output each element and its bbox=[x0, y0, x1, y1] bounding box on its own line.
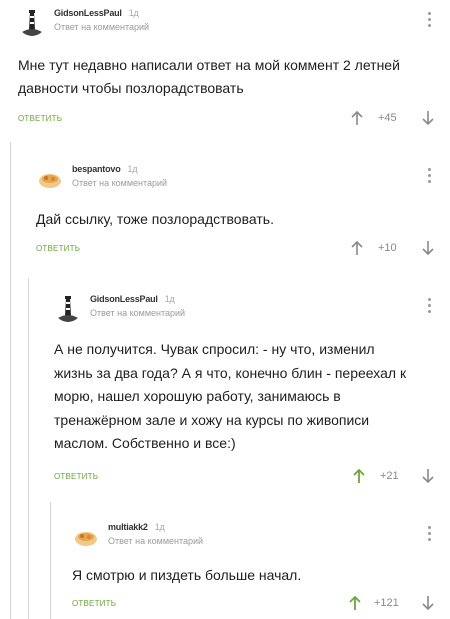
more-options-icon[interactable] bbox=[428, 168, 432, 186]
comment-text: А не получится. Чувак спросил: - ну что,… bbox=[54, 341, 407, 451]
comment: GidsonLessPaul 1д Ответ на комментарий Мн… bbox=[18, 6, 438, 136]
avatar-lighthouse-image bbox=[54, 294, 82, 322]
comment-age: 1д bbox=[164, 294, 175, 304]
author-line: bespantovo 1д bbox=[72, 164, 138, 174]
comment-rating: +121 bbox=[374, 597, 399, 609]
author-line: multiakk2 1д bbox=[108, 522, 165, 532]
arrow-up-icon[interactable] bbox=[353, 468, 365, 484]
avatar-food-image bbox=[36, 164, 64, 192]
avatar-food-image bbox=[72, 522, 100, 550]
more-options-icon[interactable] bbox=[428, 298, 432, 316]
avatar-lighthouse-image bbox=[18, 8, 46, 36]
comment-header: multiakk2 1д Ответ на комментарий bbox=[72, 520, 438, 556]
comment-text: Я смотрю и пиздеть больше начал. bbox=[72, 567, 302, 583]
author-name[interactable]: bespantovo bbox=[72, 164, 121, 174]
comment: multiakk2 1д Ответ на комментарий Я смотр… bbox=[72, 520, 438, 619]
reply-to-label[interactable]: Ответ на комментарий bbox=[90, 308, 185, 318]
reply-button[interactable]: ОТВЕТИТЬ bbox=[72, 599, 116, 608]
comment-footer: ОТВЕТИТЬ +45 bbox=[18, 110, 438, 130]
comment: bespantovo 1д Ответ на комментарий Дай сс… bbox=[36, 162, 438, 277]
avatar[interactable] bbox=[18, 8, 46, 36]
author-line: GidsonLessPaul 1д bbox=[90, 294, 175, 304]
comment-text: Дай ссылку, тоже позлорадствовать. bbox=[36, 211, 274, 227]
arrow-up-icon[interactable] bbox=[351, 240, 363, 256]
thread-branch-line bbox=[10, 142, 11, 619]
author-name[interactable]: GidsonLessPaul bbox=[90, 294, 158, 304]
comment-footer: ОТВЕТИТЬ +121 bbox=[72, 595, 438, 615]
comment-rating: +21 bbox=[380, 470, 399, 482]
reply-button[interactable]: ОТВЕТИТЬ bbox=[54, 472, 98, 481]
comment-header: bespantovo 1д Ответ на комментарий bbox=[36, 162, 438, 198]
avatar[interactable] bbox=[36, 164, 64, 192]
comment-age: 1д bbox=[154, 522, 165, 532]
comment-header: GidsonLessPaul 1д Ответ на комментарий bbox=[18, 6, 438, 42]
thread-branch-line bbox=[28, 278, 29, 619]
comment-footer: ОТВЕТИТЬ +10 bbox=[36, 240, 438, 260]
arrow-up-icon[interactable] bbox=[351, 110, 363, 126]
more-options-icon[interactable] bbox=[428, 526, 432, 544]
comment-age: 1д bbox=[127, 164, 138, 174]
comment-footer: ОТВЕТИТЬ +21 bbox=[54, 468, 438, 488]
author-line: GidsonLessPaul 1д bbox=[54, 8, 139, 18]
reply-to-label[interactable]: Ответ на комментарий bbox=[108, 536, 203, 546]
arrow-down-icon[interactable] bbox=[422, 468, 434, 484]
author-name[interactable]: multiakk2 bbox=[108, 522, 148, 532]
avatar[interactable] bbox=[54, 294, 82, 322]
more-options-icon[interactable] bbox=[428, 12, 432, 30]
arrow-down-icon[interactable] bbox=[422, 595, 434, 611]
reply-button[interactable]: ОТВЕТИТЬ bbox=[18, 114, 62, 123]
comment-rating: +10 bbox=[378, 242, 397, 254]
author-name[interactable]: GidsonLessPaul bbox=[54, 8, 122, 18]
comment-text: Мне тут недавно написали ответ на мой ко… bbox=[18, 57, 400, 96]
arrow-up-icon[interactable] bbox=[349, 595, 361, 611]
reply-to-label[interactable]: Ответ на комментарий bbox=[54, 22, 149, 32]
comment-age: 1д bbox=[128, 8, 139, 18]
avatar[interactable] bbox=[72, 522, 100, 550]
reply-to-label[interactable]: Ответ на комментарий bbox=[72, 178, 167, 188]
reply-button[interactable]: ОТВЕТИТЬ bbox=[36, 244, 80, 253]
comment-rating: +45 bbox=[378, 112, 397, 124]
thread-branch-line bbox=[50, 502, 51, 619]
comment: GidsonLessPaul 1д Ответ на комментарий А … bbox=[54, 292, 438, 492]
comment-header: GidsonLessPaul 1д Ответ на комментарий bbox=[54, 292, 438, 328]
arrow-down-icon[interactable] bbox=[422, 240, 434, 256]
arrow-down-icon[interactable] bbox=[422, 110, 434, 126]
